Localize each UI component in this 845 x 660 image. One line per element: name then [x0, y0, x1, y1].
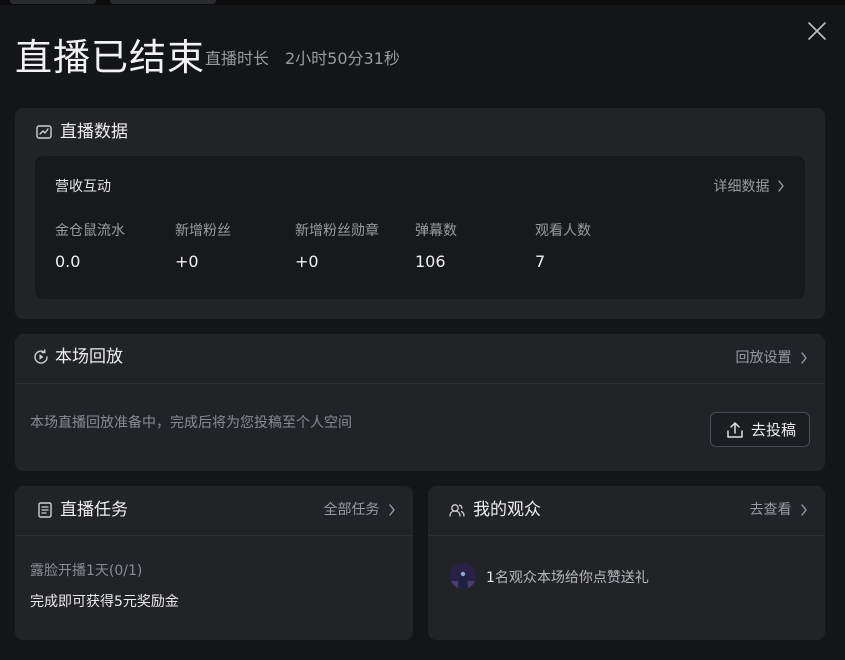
page-title: 直播已结束 — [15, 36, 205, 79]
audience-count: 1 — [486, 570, 495, 586]
task-reward: 完成即可获得5元奖励金 — [30, 594, 179, 610]
view-audience-link[interactable]: 去查看 — [750, 500, 808, 520]
stat-value: +0 — [175, 252, 199, 271]
stat-label: 观看人数 — [535, 223, 591, 239]
upload-button-label: 去投稿 — [751, 421, 797, 439]
chevron-right-icon — [389, 504, 395, 516]
background-tab — [10, 0, 96, 4]
divider — [15, 383, 825, 384]
chevron-right-icon — [801, 352, 807, 364]
upload-button[interactable]: 去投稿 — [710, 412, 810, 447]
card-title: 直播数据 — [60, 122, 128, 142]
stat-value: 0.0 — [55, 252, 81, 271]
card-header: 我的观众 去查看 — [428, 486, 825, 536]
stat-label: 弹幕数 — [415, 223, 457, 239]
duration-label: 直播时长 — [205, 49, 270, 68]
card-header: 直播数据 — [15, 108, 825, 158]
section-title: 营收互动 — [55, 179, 111, 195]
stat-new-fans: 新增粉丝 +0 — [175, 221, 295, 273]
replay-card: 本场回放 回放设置 本场直播回放准备中，完成后将为您投稿至个人空间 去投稿 — [15, 334, 825, 471]
view-audience-label: 去查看 — [749, 502, 792, 518]
audience-message: 名观众本场给你点赞送礼 — [494, 570, 649, 586]
replay-settings-link[interactable]: 回放设置 — [736, 348, 808, 368]
replay-play-icon — [34, 349, 48, 364]
replay-settings-label: 回放设置 — [735, 350, 792, 366]
stat-label: 新增粉丝勋章 — [295, 223, 379, 239]
detail-data-label: 详细数据 — [713, 179, 770, 195]
card-header: 直播任务 全部任务 — [15, 486, 413, 536]
replay-status-text: 本场直播回放准备中，完成后将为您投稿至个人空间 — [30, 415, 352, 431]
revenue-interaction-panel: 营收互动 详细数据 金仓鼠流水 0.0 新增粉丝 +0 新增粉丝勋章 +0 弹幕… — [35, 156, 805, 299]
document-icon — [38, 502, 52, 518]
card-title: 本场回放 — [55, 347, 123, 367]
stat-value: +0 — [295, 252, 319, 271]
chevron-right-icon — [801, 504, 807, 516]
divider — [428, 535, 825, 536]
card-title: 直播任务 — [60, 500, 128, 520]
stat-danmaku-count: 弹幕数 106 — [415, 221, 535, 273]
all-tasks-label: 全部任务 — [323, 502, 380, 518]
close-icon — [808, 22, 826, 40]
card-header: 本场回放 回放设置 — [15, 334, 825, 384]
stat-new-fan-medals: 新增粉丝勋章 +0 — [295, 221, 415, 273]
card-title: 我的观众 — [473, 500, 541, 520]
live-task-card: 直播任务 全部任务 露脸开播1天(0/1) 完成即可获得5元奖励金 — [15, 486, 413, 640]
top-tab-strip — [0, 0, 845, 5]
audience-summary: 1名观众本场给你点赞送礼 — [486, 567, 649, 587]
task-name: 露脸开播1天(0/1) — [30, 563, 143, 579]
chevron-right-icon — [778, 180, 784, 192]
audience-card: 我的观众 去查看 1名观众本场给你点赞送礼 — [428, 486, 825, 640]
background-tab — [110, 0, 216, 4]
close-button[interactable] — [806, 20, 828, 42]
live-stats-card: 直播数据 营收互动 详细数据 金仓鼠流水 0.0 新增粉丝 +0 新增粉丝勋章 … — [15, 108, 825, 319]
trend-chart-icon — [36, 125, 52, 139]
duration-value: 2小时50分31秒 — [285, 49, 400, 68]
detail-data-link[interactable]: 详细数据 — [714, 176, 785, 196]
stat-value: 106 — [415, 252, 446, 271]
avatar-image — [450, 563, 476, 589]
stat-revenue: 金仓鼠流水 0.0 — [55, 221, 175, 273]
users-icon — [449, 504, 465, 517]
upload-icon — [727, 422, 743, 438]
stat-viewers: 观看人数 7 — [535, 221, 655, 273]
stat-label: 新增粉丝 — [175, 223, 231, 239]
all-tasks-link[interactable]: 全部任务 — [324, 500, 396, 520]
stat-label: 金仓鼠流水 — [55, 223, 125, 239]
stat-value: 7 — [535, 252, 546, 271]
avatar[interactable] — [450, 563, 476, 589]
divider — [15, 535, 413, 536]
